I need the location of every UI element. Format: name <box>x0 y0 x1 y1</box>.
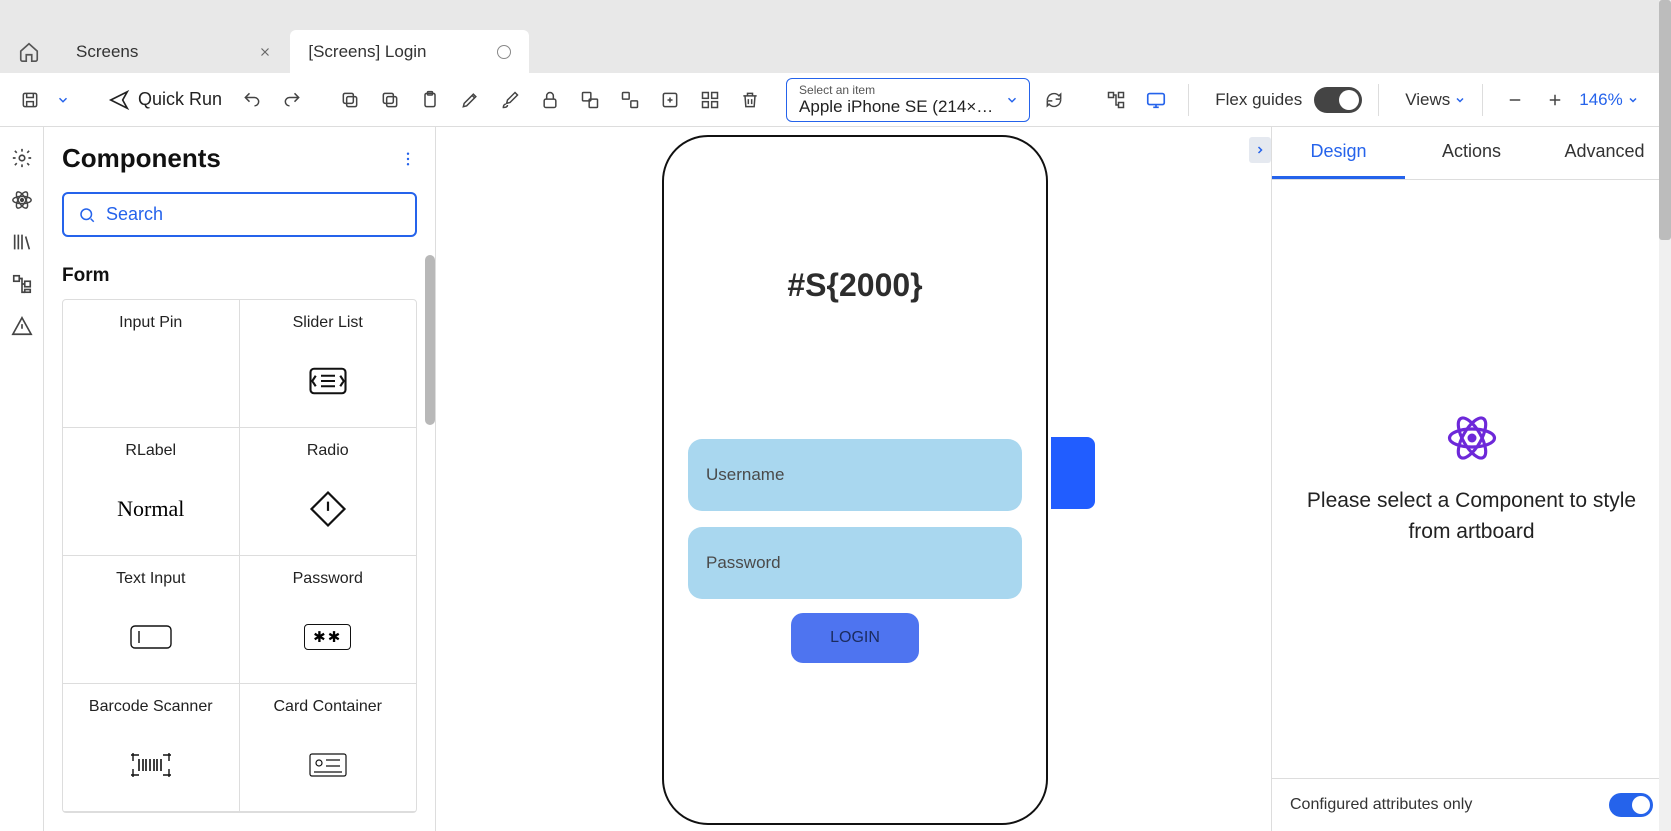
chevron-down-icon <box>1627 94 1639 106</box>
toolbar: Quick Run Select an item Apple iPhone SE… <box>0 73 1671 127</box>
settings-icon[interactable] <box>9 145 35 171</box>
tabs-row: Screens [Screens] Login <box>0 30 1671 73</box>
add-button[interactable] <box>654 84 686 116</box>
password-field[interactable]: Password <box>688 527 1022 599</box>
tab-actions[interactable]: Actions <box>1405 127 1538 179</box>
save-button[interactable] <box>14 84 46 116</box>
scrollbar-thumb[interactable] <box>425 255 435 425</box>
component-slider-list[interactable]: Slider List <box>240 300 417 428</box>
warning-icon[interactable] <box>9 313 35 339</box>
device-preview-button[interactable] <box>1140 84 1172 116</box>
component-input-pin[interactable]: Input Pin <box>63 300 240 428</box>
home-button[interactable] <box>0 30 58 73</box>
group-button[interactable] <box>574 84 606 116</box>
cut-button[interactable] <box>374 84 406 116</box>
window-scrollbar[interactable] <box>1659 0 1671 831</box>
atom-icon[interactable] <box>9 187 35 213</box>
quick-run-label: Quick Run <box>138 89 222 110</box>
configured-attrs-label: Configured attributes only <box>1290 796 1472 814</box>
barcode-icon <box>129 732 173 797</box>
zoom-in-button[interactable] <box>1539 84 1571 116</box>
section-form-label: Form <box>62 265 417 287</box>
artboard-handle[interactable] <box>1051 437 1095 509</box>
login-label: LOGIN <box>830 629 880 647</box>
layout-button[interactable] <box>694 84 726 116</box>
flex-guides-label: Flex guides <box>1215 90 1302 110</box>
components-panel: Components Form Input Pin Slider List RL… <box>44 127 436 831</box>
device-select-label: Select an item <box>799 83 993 97</box>
tree-icon[interactable] <box>9 271 35 297</box>
slider-list-icon <box>307 348 349 413</box>
component-rlabel[interactable]: RLabel Normal <box>63 428 240 556</box>
brush-button[interactable] <box>494 84 526 116</box>
paste-button[interactable] <box>414 84 446 116</box>
scrollbar-thumb[interactable] <box>1659 0 1671 240</box>
radio-icon <box>306 476 350 541</box>
username-field[interactable]: Username <box>688 439 1022 511</box>
tab-screens[interactable]: Screens <box>58 30 290 73</box>
right-panel-message: Please select a Component to style from … <box>1302 485 1641 548</box>
library-icon[interactable] <box>9 229 35 255</box>
rlabel-icon: Normal <box>117 476 184 541</box>
zoom-dropdown[interactable]: 146% <box>1579 90 1638 110</box>
artboard-title: #S{2000} <box>664 267 1046 304</box>
views-dropdown[interactable]: Views <box>1405 90 1466 110</box>
icon-rail <box>0 127 44 831</box>
device-select-value: Apple iPhone SE (214×… <box>799 97 993 117</box>
lock-button[interactable] <box>534 84 566 116</box>
component-password[interactable]: Password ✱✱ <box>240 556 417 684</box>
tree-button[interactable] <box>1100 84 1132 116</box>
tab-label: [Screens] Login <box>308 42 426 62</box>
search-box[interactable] <box>62 192 417 237</box>
component-text-input[interactable]: Text Input <box>63 556 240 684</box>
atom-icon <box>1445 411 1499 465</box>
components-title: Components <box>62 143 221 174</box>
zoom-value: 146% <box>1579 90 1622 110</box>
card-container-icon <box>306 732 350 797</box>
chevron-down-icon <box>1005 93 1019 107</box>
collapse-right-icon[interactable] <box>1249 137 1271 163</box>
window-titlebar <box>0 0 1671 30</box>
components-grid: Input Pin Slider List RLabel Normal Radi… <box>62 299 417 813</box>
edit-button[interactable] <box>454 84 486 116</box>
username-placeholder: Username <box>706 465 784 485</box>
flex-guides-toggle[interactable]: Flex guides <box>1215 87 1362 113</box>
toggle-switch[interactable] <box>1314 87 1362 113</box>
ungroup-button[interactable] <box>614 84 646 116</box>
search-input[interactable] <box>106 204 401 225</box>
component-radio[interactable]: Radio <box>240 428 417 556</box>
password-placeholder: Password <box>706 553 781 573</box>
undo-button[interactable] <box>236 84 268 116</box>
right-panel-body: Please select a Component to style from … <box>1272 180 1671 778</box>
tab-design[interactable]: Design <box>1272 127 1405 179</box>
redo-button[interactable] <box>276 84 308 116</box>
delete-button[interactable] <box>734 84 766 116</box>
views-label: Views <box>1405 90 1450 110</box>
copy-button[interactable] <box>334 84 366 116</box>
artboard[interactable]: #S{2000} Username Password LOGIN <box>662 135 1048 825</box>
tab-label: Screens <box>76 42 138 62</box>
tab-screens-login[interactable]: [Screens] Login <box>290 30 528 73</box>
canvas-area[interactable]: #S{2000} Username Password LOGIN <box>436 127 1271 831</box>
component-card-container[interactable]: Card Container <box>240 684 417 812</box>
quick-run-button[interactable]: Quick Run <box>102 89 228 111</box>
components-menu-icon[interactable] <box>399 150 417 168</box>
right-panel-footer: Configured attributes only <box>1272 778 1671 831</box>
component-barcode-scanner[interactable]: Barcode Scanner <box>63 684 240 812</box>
device-select[interactable]: Select an item Apple iPhone SE (214×… <box>786 78 1030 122</box>
right-panel: Design Actions Advanced Please select a … <box>1271 127 1671 831</box>
login-button[interactable]: LOGIN <box>791 613 919 663</box>
tab-status-icon <box>497 45 511 59</box>
refresh-button[interactable] <box>1038 84 1070 116</box>
chevron-down-icon <box>1454 94 1466 106</box>
zoom-out-button[interactable] <box>1499 84 1531 116</box>
tab-advanced[interactable]: Advanced <box>1538 127 1671 179</box>
configured-attrs-toggle[interactable] <box>1609 793 1653 817</box>
chevron-down-icon[interactable] <box>54 93 72 107</box>
text-input-icon <box>129 604 173 669</box>
close-icon[interactable] <box>258 45 272 59</box>
right-panel-tabs: Design Actions Advanced <box>1272 127 1671 180</box>
password-icon: ✱✱ <box>304 604 351 669</box>
search-icon <box>78 206 96 224</box>
